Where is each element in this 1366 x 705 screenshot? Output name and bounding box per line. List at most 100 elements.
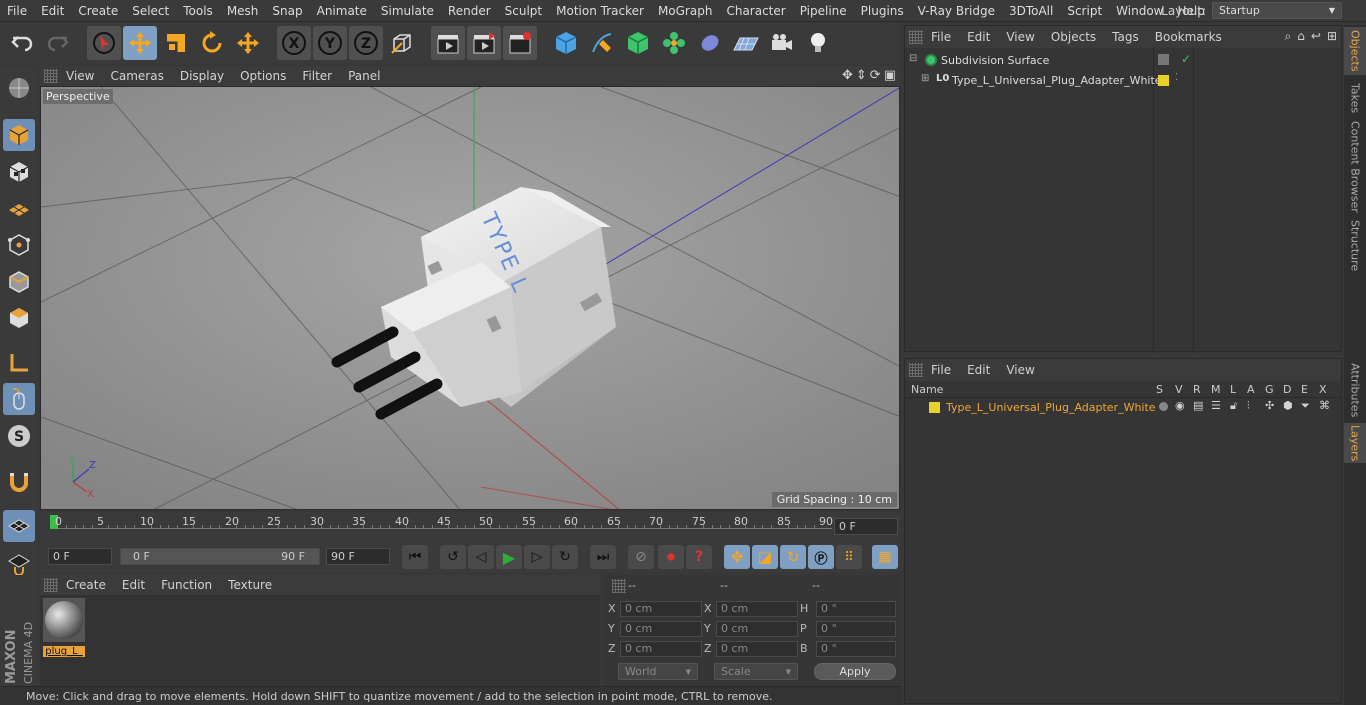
layer-color-icon[interactable] bbox=[1158, 75, 1169, 86]
render-settings-button[interactable] bbox=[503, 26, 537, 60]
layer-row[interactable]: Type_L_Universal_Plug_Adapter_White ◉ ▤ … bbox=[905, 399, 1341, 417]
enable-toggle-icon[interactable] bbox=[1158, 54, 1169, 65]
make-editable-button[interactable] bbox=[3, 72, 35, 104]
tab-attributes[interactable]: Attributes bbox=[1344, 360, 1366, 420]
column-animation[interactable]: A bbox=[1247, 383, 1255, 396]
animation-icon[interactable]: ⫶ bbox=[1247, 399, 1250, 413]
expand-icon[interactable]: ⊞ bbox=[1327, 29, 1337, 44]
timeline-window-button[interactable]: ▦ bbox=[872, 545, 898, 569]
material-menu-create[interactable]: Create bbox=[58, 578, 114, 592]
panel-grip-icon[interactable] bbox=[44, 578, 58, 592]
layer-color-icon[interactable] bbox=[929, 402, 940, 413]
xref-icon[interactable]: ⌘ bbox=[1319, 399, 1330, 412]
solo-icon[interactable] bbox=[1159, 402, 1168, 411]
axis-mode-button[interactable] bbox=[3, 347, 35, 379]
manager-icon[interactable]: ☰ bbox=[1211, 399, 1221, 412]
render-to-picture-viewer-button[interactable] bbox=[467, 26, 501, 60]
next-keyframe-button[interactable]: ↻ bbox=[552, 545, 578, 569]
menu-animate[interactable]: Animate bbox=[310, 0, 374, 22]
coord-value-field[interactable]: 0 cm bbox=[716, 601, 798, 617]
menu-3dtoall[interactable]: 3DToAll bbox=[1002, 0, 1060, 22]
render-view-button[interactable] bbox=[431, 26, 465, 60]
play-button[interactable]: ▶ bbox=[496, 545, 522, 569]
deformer-icon[interactable]: ⬢ bbox=[1283, 399, 1293, 412]
key-parameter-button[interactable]: Ⓟ bbox=[808, 545, 834, 569]
edges-mode-button[interactable] bbox=[3, 266, 35, 298]
coord-value-field[interactable]: 0 ° bbox=[816, 601, 896, 617]
column-render[interactable]: R bbox=[1193, 383, 1201, 396]
menu-sculpt[interactable]: Sculpt bbox=[498, 0, 549, 22]
column-locked[interactable]: L bbox=[1230, 383, 1236, 396]
object-menu-edit[interactable]: Edit bbox=[959, 30, 998, 44]
viewport-menu-view[interactable]: View bbox=[58, 66, 102, 86]
points-mode-button[interactable] bbox=[3, 229, 35, 261]
coord-value-field[interactable]: 0 ° bbox=[816, 641, 896, 657]
next-frame-button[interactable]: ▷ bbox=[524, 545, 550, 569]
redo-button[interactable] bbox=[41, 26, 75, 60]
menu-simulate[interactable]: Simulate bbox=[374, 0, 441, 22]
object-menu-file[interactable]: File bbox=[923, 30, 959, 44]
column-manager[interactable]: M bbox=[1211, 383, 1221, 396]
menu-render[interactable]: Render bbox=[441, 0, 498, 22]
go-to-start-button[interactable]: ⏮ bbox=[402, 545, 428, 569]
autokey-button[interactable]: ⏺ bbox=[658, 545, 684, 569]
layer-menu-file[interactable]: File bbox=[923, 363, 959, 377]
magnet-button[interactable] bbox=[3, 466, 35, 498]
tab-content-browser[interactable]: Content Browser bbox=[1344, 121, 1366, 213]
coord-value-field[interactable]: 0 cm bbox=[620, 601, 702, 617]
visibility-dots-icon[interactable]: ⁚ bbox=[1175, 72, 1178, 83]
object-row-subdivision[interactable]: ⊟ Subdivision Surface ✓ bbox=[905, 52, 1341, 70]
layer-menu-view[interactable]: View bbox=[998, 363, 1042, 377]
material-menu-edit[interactable]: Edit bbox=[114, 578, 153, 592]
menu-vray-bridge[interactable]: V-Ray Bridge bbox=[911, 0, 1002, 22]
tab-objects[interactable]: Objects bbox=[1344, 27, 1366, 75]
column-generators[interactable]: G bbox=[1265, 383, 1274, 396]
key-scale-button[interactable]: ◪ bbox=[752, 545, 778, 569]
object-menu-bookmarks[interactable]: Bookmarks bbox=[1147, 30, 1230, 44]
go-to-end-button[interactable]: ⏭ bbox=[590, 545, 616, 569]
add-deformer-button[interactable] bbox=[693, 26, 727, 60]
x-axis-lock-button[interactable]: X bbox=[277, 26, 311, 60]
menu-edit[interactable]: Edit bbox=[34, 0, 71, 22]
key-pla-button[interactable]: ⠿ bbox=[836, 545, 862, 569]
render-icon[interactable]: ▤ bbox=[1193, 399, 1203, 412]
model-mode-button[interactable] bbox=[3, 119, 35, 151]
viewport-menu-panel[interactable]: Panel bbox=[340, 66, 388, 86]
panel-grip-icon[interactable] bbox=[44, 69, 58, 83]
perspective-viewport[interactable]: TYPE L Y X Z Perspective Grid Spacing : … bbox=[40, 86, 900, 510]
tab-structure[interactable]: Structure bbox=[1344, 217, 1366, 275]
collapse-icon[interactable]: ⊟ bbox=[909, 53, 917, 64]
panel-grip-icon[interactable] bbox=[909, 363, 923, 377]
menu-mograph[interactable]: MoGraph bbox=[651, 0, 720, 22]
menu-script[interactable]: Script bbox=[1060, 0, 1109, 22]
material-menu-texture[interactable]: Texture bbox=[220, 578, 280, 592]
search-icon[interactable]: ⌕ bbox=[1285, 29, 1292, 44]
menu-select[interactable]: Select bbox=[125, 0, 176, 22]
column-solo[interactable]: S bbox=[1156, 383, 1163, 396]
checkmark-icon[interactable]: ✓ bbox=[1181, 52, 1191, 66]
undo-button[interactable] bbox=[5, 26, 39, 60]
tab-layers[interactable]: Layers bbox=[1344, 423, 1366, 463]
apply-button[interactable]: Apply bbox=[814, 663, 896, 680]
workplane-mode-button[interactable] bbox=[3, 192, 35, 224]
menu-tools[interactable]: Tools bbox=[176, 0, 220, 22]
key-position-button[interactable]: ✥ bbox=[724, 545, 750, 569]
y-axis-lock-button[interactable]: Y bbox=[313, 26, 347, 60]
menu-plugins[interactable]: Plugins bbox=[854, 0, 911, 22]
live-selection-button[interactable] bbox=[87, 26, 121, 60]
add-array-button[interactable] bbox=[657, 26, 691, 60]
menu-file[interactable]: File bbox=[0, 0, 34, 22]
viewport-menu-cameras[interactable]: Cameras bbox=[102, 66, 171, 86]
menu-mesh[interactable]: Mesh bbox=[220, 0, 266, 22]
pan-icon[interactable]: ✥ bbox=[842, 68, 853, 83]
previous-keyframe-button[interactable]: ↺ bbox=[440, 545, 466, 569]
coord-value-field[interactable]: 0 ° bbox=[816, 621, 896, 637]
object-menu-tags[interactable]: Tags bbox=[1104, 30, 1147, 44]
layout-select[interactable]: Startup ▼ bbox=[1212, 2, 1342, 19]
back-icon[interactable]: ↩ bbox=[1311, 29, 1321, 44]
add-cube-button[interactable] bbox=[549, 26, 583, 60]
preview-range-slider[interactable]: 0 F 90 F bbox=[120, 548, 320, 565]
transform-mode-select[interactable]: Scale ▼ bbox=[714, 663, 798, 680]
coord-value-field[interactable]: 0 cm bbox=[620, 641, 702, 657]
menu-pipeline[interactable]: Pipeline bbox=[793, 0, 854, 22]
